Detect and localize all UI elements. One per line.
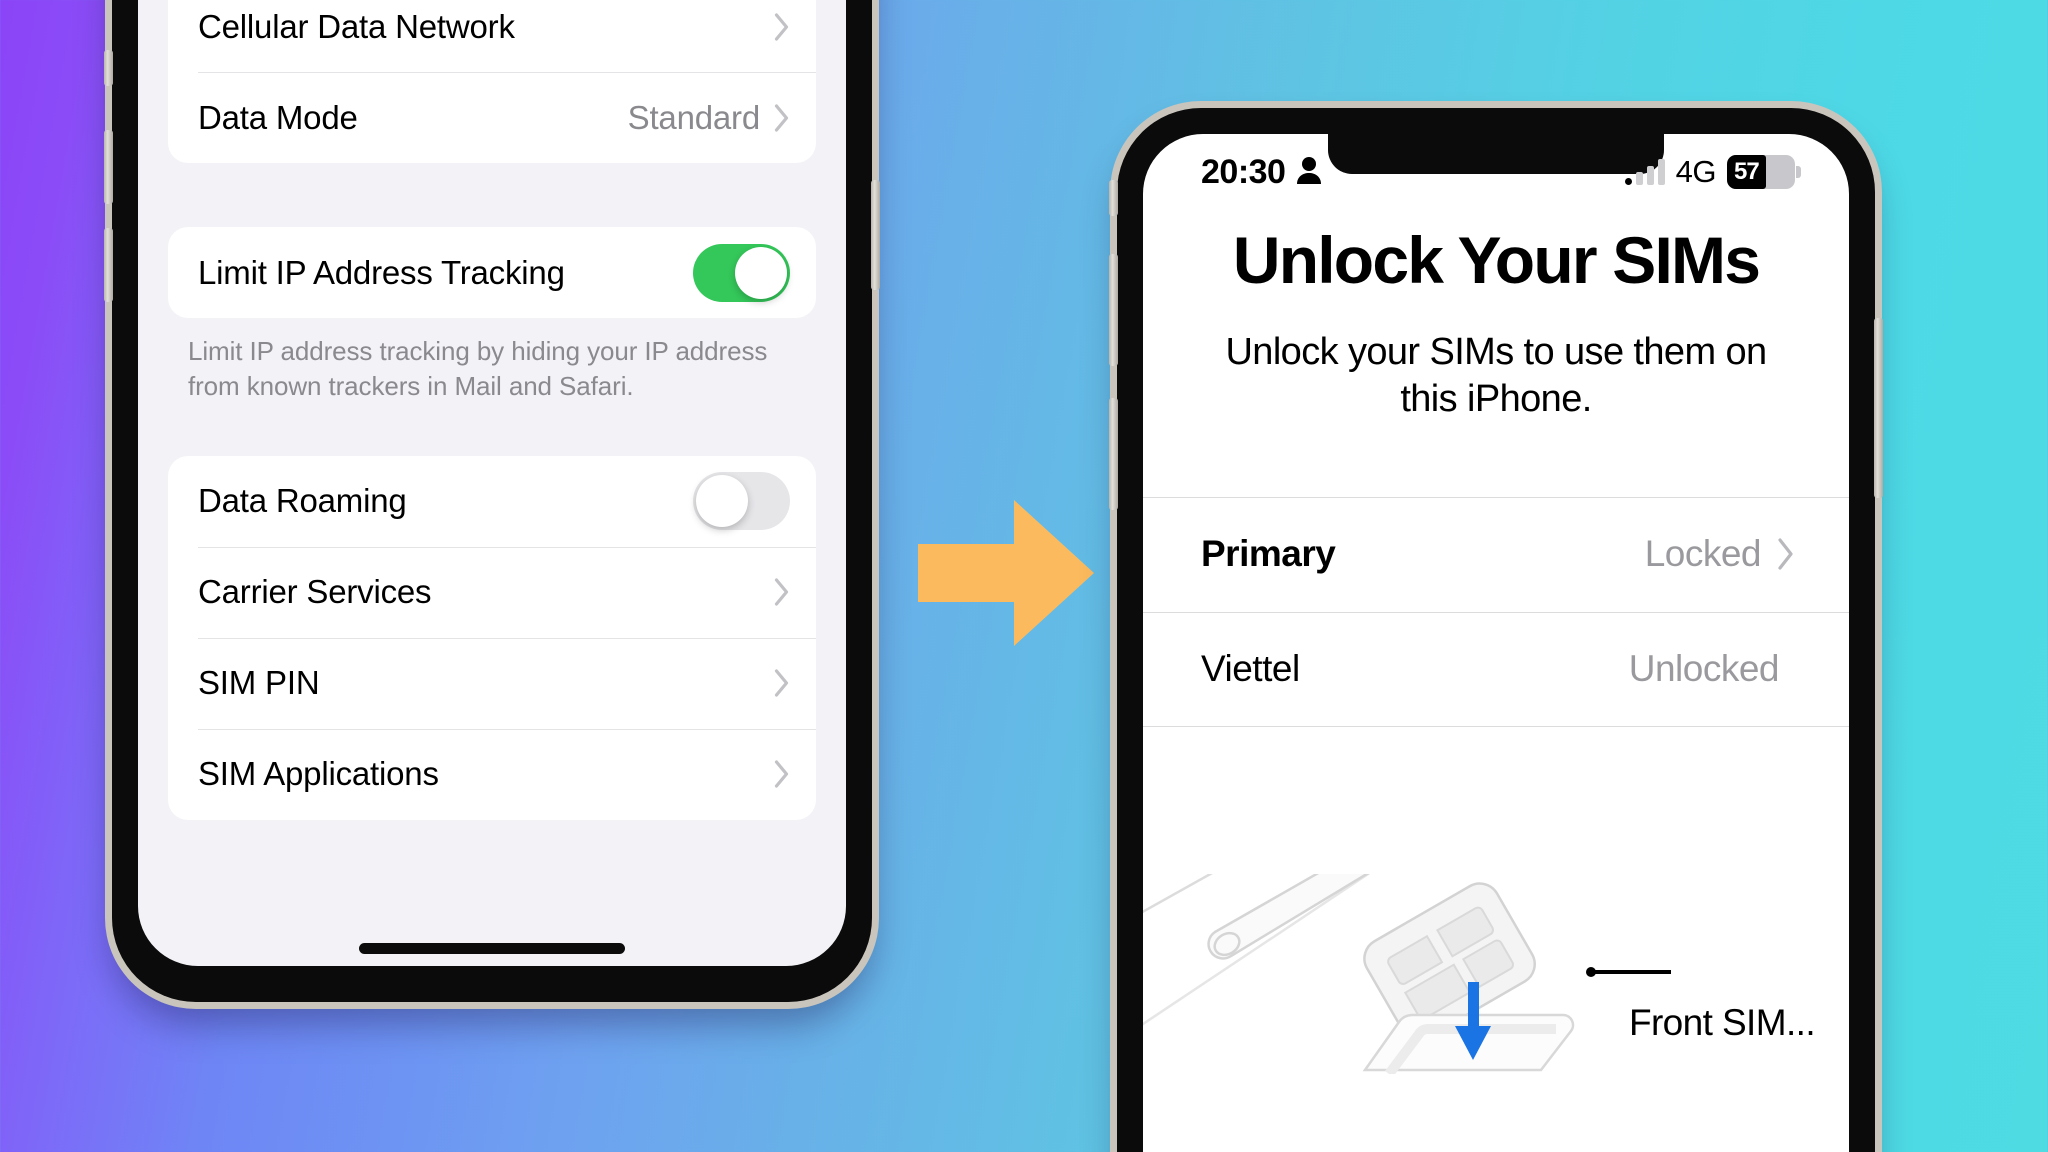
volume-up-button[interactable]	[104, 130, 113, 204]
status-bar: 20:30 4G 57	[1143, 134, 1849, 206]
volume-down-button[interactable]	[104, 228, 113, 302]
chevron-right-icon	[774, 669, 790, 697]
home-indicator	[359, 943, 625, 954]
chevron-right-icon	[1777, 538, 1795, 570]
sim-name: Primary	[1201, 533, 1336, 575]
left-phone-device: Voice & Data 5G Auto Cellular Data Netwo…	[104, 0, 880, 1002]
sim-name: Viettel	[1201, 648, 1300, 690]
privacy-footnote: Limit IP address tracking by hiding your…	[188, 336, 768, 401]
row-limit-ip-address-tracking[interactable]: Limit IP Address Tracking	[168, 227, 816, 318]
row-label: Data Roaming	[198, 482, 407, 520]
chevron-right-icon	[774, 760, 790, 788]
right-phone-device: 20:30 4G 57 Unlock Your SIMs Unlock your…	[1109, 108, 1883, 1152]
right-phone-screen: 20:30 4G 57 Unlock Your SIMs Unlock your…	[1143, 134, 1849, 1152]
row-cellular-data-network[interactable]: Cellular Data Network	[168, 0, 816, 72]
row-label: Cellular Data Network	[198, 7, 515, 45]
orange-right-arrow-icon	[918, 500, 1094, 646]
row-data-roaming[interactable]: Data Roaming	[168, 456, 816, 547]
sim-tray-illustration	[1143, 742, 1671, 1077]
row-label: Carrier Services	[198, 573, 432, 611]
settings-section-network: Voice & Data 5G Auto Cellular Data Netwo…	[168, 0, 816, 163]
row-label: Data Mode	[198, 98, 358, 136]
power-button[interactable]	[871, 180, 880, 290]
chevron-right-icon	[774, 103, 790, 132]
chevron-right-icon	[774, 12, 790, 41]
volume-up-button-right[interactable]	[1109, 254, 1118, 366]
power-button-right[interactable]	[1874, 318, 1883, 498]
person-icon	[1296, 155, 1322, 190]
silent-switch[interactable]	[104, 50, 113, 86]
sim-status: Unlocked	[1628, 648, 1780, 690]
sim-tray-diagram: Front SIM...	[1143, 742, 1849, 1077]
page-title: Unlock Your SIMs	[1232, 223, 1761, 297]
row-label: SIM PIN	[198, 664, 320, 702]
row-value: Standard	[627, 98, 761, 136]
volume-down-button-right[interactable]	[1109, 398, 1118, 510]
cellular-signal-icon	[1624, 159, 1665, 185]
transition-arrow	[918, 500, 1094, 646]
chevron-right-icon	[774, 578, 790, 606]
sim-status: Locked	[1644, 533, 1762, 575]
limit-ip-tracking-toggle[interactable]	[693, 243, 790, 302]
row-data-mode[interactable]: Data Mode Standard	[168, 72, 816, 163]
left-phone-screen: Voice & Data 5G Auto Cellular Data Netwo…	[138, 0, 846, 966]
sim-list: Primary Locked Viettel Unlocked	[1143, 496, 1849, 727]
battery-icon: 57	[1727, 155, 1801, 189]
battery-percent-label: 57	[1734, 158, 1760, 185]
row-sim-pin[interactable]: SIM PIN	[168, 637, 816, 729]
row-label: Limit IP Address Tracking	[198, 253, 565, 291]
sim-row-primary[interactable]: Primary Locked	[1143, 496, 1849, 612]
silent-switch-right[interactable]	[1109, 180, 1118, 216]
row-sim-applications[interactable]: SIM Applications	[168, 728, 816, 820]
data-roaming-toggle[interactable]	[693, 472, 790, 531]
status-time: 20:30	[1201, 152, 1286, 191]
page-subtitle: Unlock your SIMs to use them on this iPh…	[1225, 331, 1767, 421]
row-carrier-services[interactable]: Carrier Services	[168, 546, 816, 638]
settings-section-sim: Data Roaming Carrier Services SIM PIN SI…	[168, 455, 816, 820]
settings-section-privacy: Limit IP Address Tracking	[168, 227, 816, 318]
front-sim-callout-label: Front SIM...	[1628, 1002, 1816, 1043]
row-label: SIM Applications	[198, 755, 439, 793]
sim-row-viettel[interactable]: Viettel Unlocked	[1143, 611, 1849, 727]
network-type-label: 4G	[1675, 154, 1717, 189]
